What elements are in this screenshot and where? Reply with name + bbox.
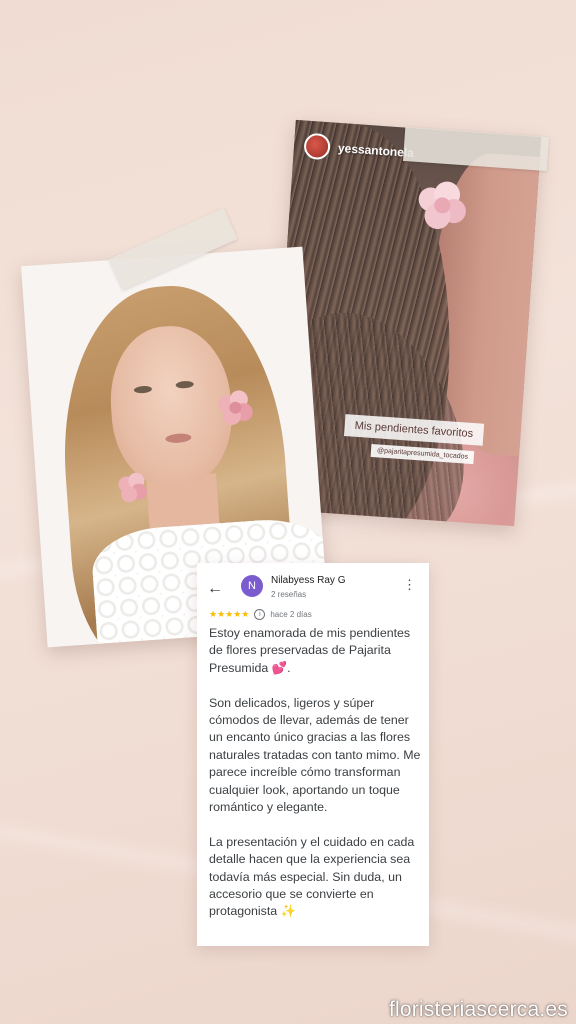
arrow-left-icon[interactable]: ←	[207, 581, 223, 597]
flower-earring-icon	[218, 390, 253, 425]
review-paragraph: Estoy enamorada de mis pendientes de flo…	[209, 626, 411, 675]
info-icon[interactable]: i	[254, 609, 266, 620]
review-paragraph: La presentación y el cuidado en cada det…	[209, 834, 415, 919]
more-vert-icon[interactable]: ⋮	[403, 577, 416, 593]
avatar[interactable]	[303, 132, 331, 161]
reviewer-review-count: 2 reseñas	[271, 590, 307, 599]
review-body: Estoy enamorada de mis pendientes de flo…	[209, 625, 421, 921]
review-header: ← N Nilabyess Ray G 2 reseñas ⋮	[207, 573, 419, 613]
rating-row: ★★★★★ i hace 2 días	[209, 609, 312, 620]
flower-earring-icon	[118, 472, 148, 503]
review-paragraph: Son delicados, ligeros y súper cómodos d…	[209, 695, 421, 815]
avatar[interactable]: N	[241, 575, 263, 597]
reviewer-name[interactable]: Nilabyess Ray G	[271, 575, 345, 586]
google-review-card: ← N Nilabyess Ray G 2 reseñas ⋮ ★★★★★ i …	[197, 563, 429, 946]
star-rating: ★★★★★	[209, 609, 250, 619]
site-watermark: floristeriascerca.es	[388, 998, 568, 1021]
review-date: hace 2 días	[270, 610, 312, 619]
flower-earring-icon	[418, 181, 466, 230]
